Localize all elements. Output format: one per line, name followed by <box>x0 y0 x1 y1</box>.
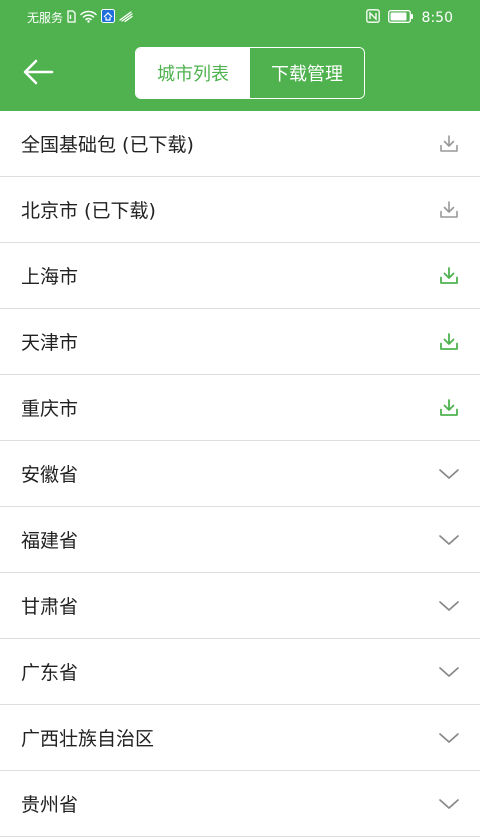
list-item-label: 天津市 <box>21 332 79 354</box>
city-list: 全国基础包 (已下载) 北京市 (已下载) 上海市天津市重庆市安徽省福建省甘肃省广东… <box>0 111 480 837</box>
tab-city-list[interactable]: 城市列表 <box>136 48 250 98</box>
battery-icon <box>387 9 414 27</box>
list-item-label: 甘肃省 <box>21 596 79 618</box>
download-icon[interactable] <box>436 131 462 157</box>
status-right: 8:50 <box>365 9 453 27</box>
list-item-label: 重庆市 <box>21 398 79 420</box>
tab-switcher: 城市列表 下载管理 <box>135 47 365 99</box>
list-item[interactable]: 北京市 (已下载) <box>0 177 480 243</box>
list-item[interactable]: 重庆市 <box>0 375 480 441</box>
chevron-down-icon[interactable] <box>436 593 462 619</box>
list-item[interactable]: 广西壮族自治区 <box>0 705 480 771</box>
list-item-label: 北京市 (已下载) <box>21 200 156 222</box>
chevron-down-icon[interactable] <box>436 659 462 685</box>
tab-download-manager-label: 下载管理 <box>271 64 343 85</box>
download-icon[interactable] <box>436 395 462 421</box>
nfc-icon <box>365 9 380 27</box>
signal-arcs-icon <box>119 10 133 26</box>
chevron-down-icon[interactable] <box>436 791 462 817</box>
status-bar: 无服务 8:50 <box>0 0 480 36</box>
app-header: 无服务 8:50 城市列表 下载管理 <box>0 0 480 111</box>
chevron-down-icon[interactable] <box>436 527 462 553</box>
wifi-icon <box>80 10 97 27</box>
list-item-label: 广西壮族自治区 <box>21 728 155 750</box>
status-left: 无服务 <box>27 9 133 27</box>
list-item-label: 全国基础包 (已下载) <box>21 134 194 156</box>
app-notification-icon <box>101 9 116 27</box>
sim-icon <box>67 9 76 27</box>
chevron-down-icon[interactable] <box>436 461 462 487</box>
list-item[interactable]: 全国基础包 (已下载) <box>0 111 480 177</box>
chevron-down-icon[interactable] <box>436 725 462 751</box>
list-item[interactable]: 甘肃省 <box>0 573 480 639</box>
list-item[interactable]: 天津市 <box>0 309 480 375</box>
tab-city-list-label: 城市列表 <box>157 64 229 85</box>
carrier-text: 无服务 <box>27 11 64 25</box>
back-button[interactable] <box>20 57 56 91</box>
list-item[interactable]: 上海市 <box>0 243 480 309</box>
download-icon[interactable] <box>436 329 462 355</box>
list-item[interactable]: 贵州省 <box>0 771 480 837</box>
download-icon[interactable] <box>436 197 462 223</box>
list-item-label: 广东省 <box>21 662 79 684</box>
list-item-label: 贵州省 <box>21 794 79 816</box>
list-item[interactable]: 广东省 <box>0 639 480 705</box>
arrow-left-icon <box>22 59 54 89</box>
tab-download-manager[interactable]: 下载管理 <box>250 48 364 98</box>
clock-time: 8:50 <box>421 10 453 26</box>
list-item-label: 安徽省 <box>21 464 79 486</box>
download-icon[interactable] <box>436 263 462 289</box>
list-item-label: 福建省 <box>21 530 79 552</box>
list-item[interactable]: 安徽省 <box>0 441 480 507</box>
list-item[interactable]: 福建省 <box>0 507 480 573</box>
list-item-label: 上海市 <box>21 266 79 288</box>
